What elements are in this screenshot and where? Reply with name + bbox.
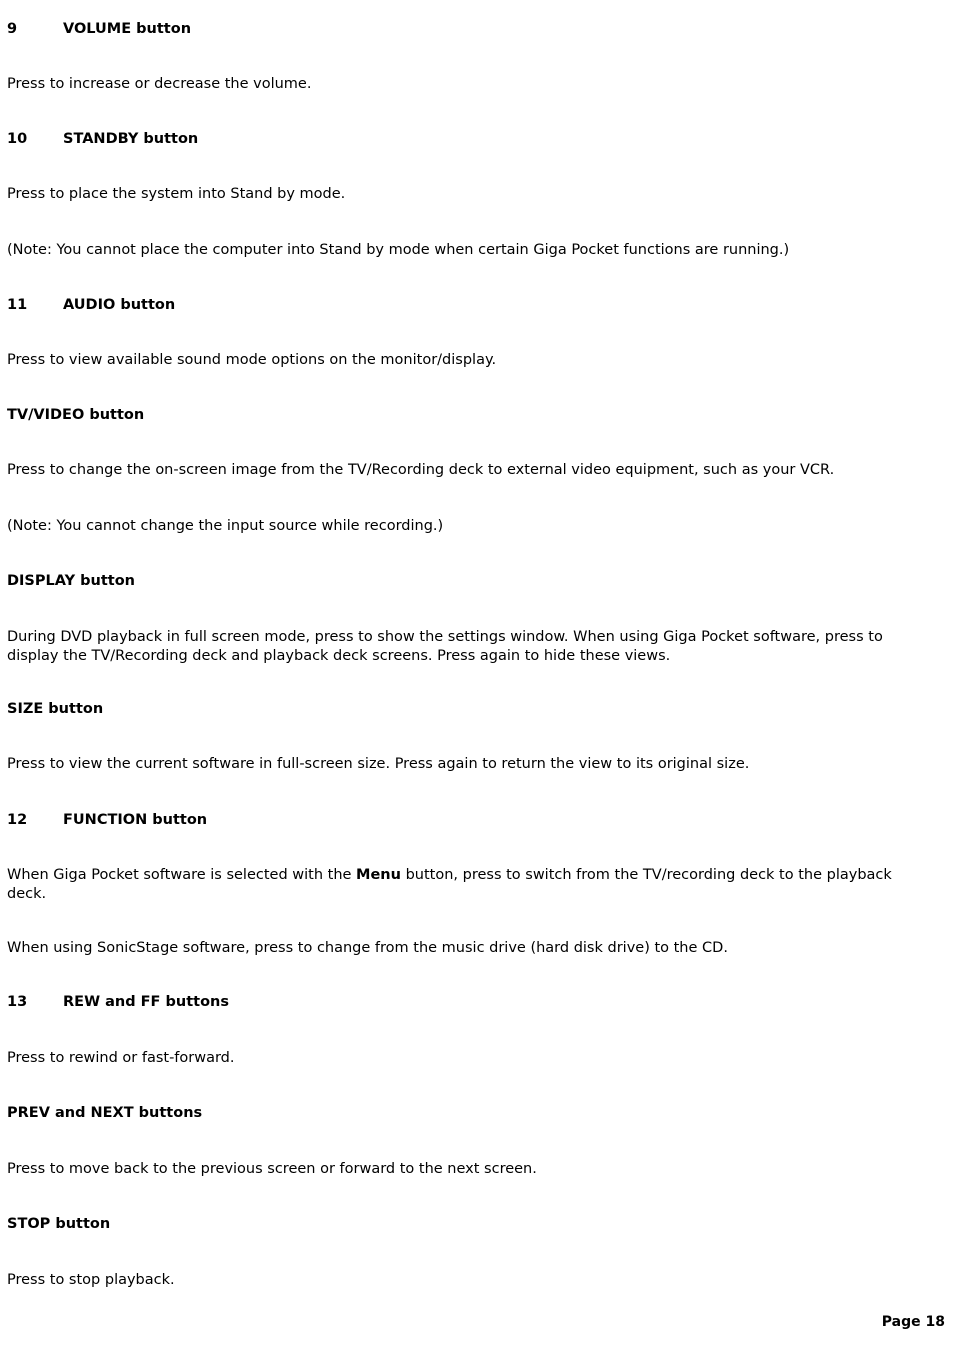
section-body-function-2: When using SonicStage software, press to… <box>7 940 728 956</box>
section-number: 12 <box>7 812 28 828</box>
page-number-footer: Page 18 <box>881 1314 945 1330</box>
section-body-standby-1: Press to place the system into Stand by … <box>7 186 346 202</box>
section-number: 9 <box>7 21 18 37</box>
section-body-display: During DVD playback in full screen mode,… <box>7 629 883 664</box>
section-heading-volume: 9 VOLUME button <box>7 20 931 38</box>
section-heading-size: SIZE button <box>7 700 931 718</box>
section-heading-audio: 11 AUDIO button <box>7 296 931 314</box>
section-title: REW and FF buttons <box>63 994 229 1010</box>
section-number: 13 <box>7 994 28 1010</box>
section-number: 10 <box>7 131 28 147</box>
document-page: 9 VOLUME button Press to increase or decr… <box>0 0 954 1351</box>
section-body-tv-video-1: Press to change the on-screen image from… <box>7 462 835 478</box>
section-body-tv-video-note: (Note: You cannot change the input sourc… <box>7 518 444 534</box>
section-body-prev-next: Press to move back to the previous scree… <box>7 1161 537 1177</box>
section-heading-function: 12 FUNCTION button <box>7 811 931 829</box>
section-title: STANDBY button <box>63 131 199 147</box>
section-title: AUDIO button <box>63 297 176 313</box>
section-heading-prev-next: PREV and NEXT buttons <box>7 1104 931 1122</box>
section-body-standby-note: (Note: You cannot place the computer int… <box>7 242 790 258</box>
section-title: STOP button <box>7 1216 111 1232</box>
section-body-stop: Press to stop playback. <box>7 1272 175 1288</box>
menu-button-emphasis: Menu <box>356 867 401 883</box>
section-title: TV/VIDEO button <box>7 407 145 423</box>
section-title: SIZE button <box>7 701 104 717</box>
section-heading-display: DISPLAY button <box>7 572 931 590</box>
section-heading-tv-video: TV/VIDEO button <box>7 406 931 424</box>
section-body-function-1: When Giga Pocket software is selected wi… <box>7 866 931 904</box>
section-body-rew-ff: Press to rewind or fast-forward. <box>7 1050 235 1066</box>
section-title: FUNCTION button <box>63 812 208 828</box>
section-title: DISPLAY button <box>7 573 135 589</box>
section-number: 11 <box>7 297 28 313</box>
function-text-before: When Giga Pocket software is selected wi… <box>7 867 357 883</box>
section-heading-rew-ff: 13 REW and FF buttons <box>7 993 931 1011</box>
section-heading-standby: 10 STANDBY button <box>7 130 931 148</box>
section-body-size: Press to view the current software in fu… <box>7 756 750 772</box>
section-body-audio: Press to view available sound mode optio… <box>7 352 497 368</box>
section-title: VOLUME button <box>63 21 192 37</box>
section-body-volume: Press to increase or decrease the volume… <box>7 76 312 92</box>
section-heading-stop: STOP button <box>7 1215 931 1233</box>
section-title: PREV and NEXT buttons <box>7 1105 203 1121</box>
